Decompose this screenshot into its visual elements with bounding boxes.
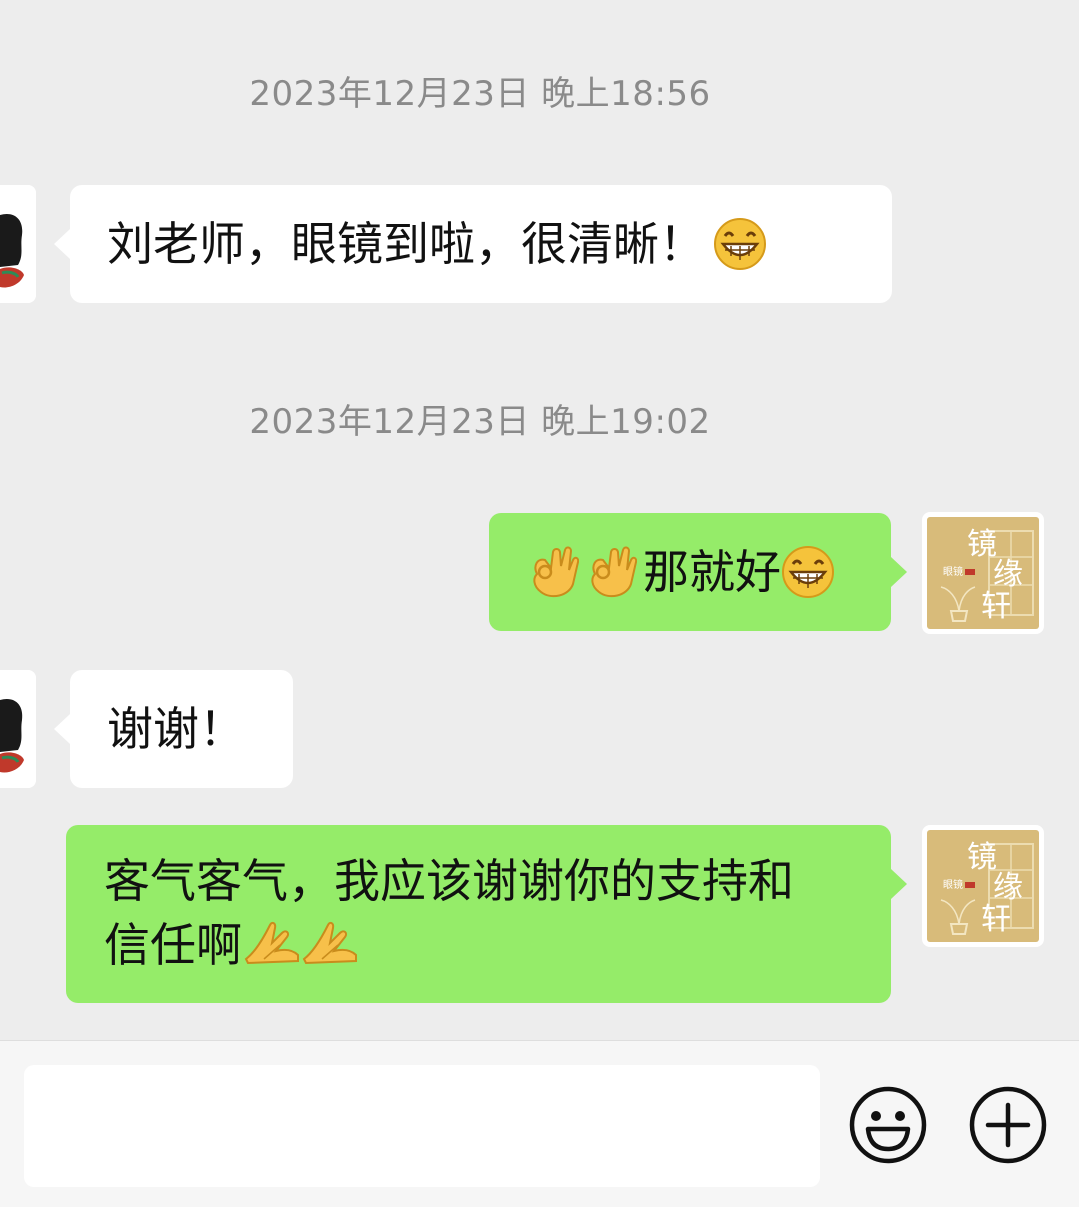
pray-emoji (302, 921, 357, 965)
grin-emoji (782, 546, 834, 598)
input-bar (0, 1040, 1079, 1207)
message-text: 信任啊 (104, 918, 242, 972)
logo-char: 轩 (981, 902, 1011, 937)
my-avatar[interactable]: 镜 缘 轩 眼镜 (922, 825, 1044, 947)
message-bubble-sent[interactable]: 客气客气，我应该谢谢你的支持和 信任啊 (66, 825, 907, 1003)
ok-hand-emoji (591, 546, 637, 598)
my-avatar[interactable]: 镜 缘 轩 眼镜 (922, 512, 1044, 634)
contact-avatar[interactable] (0, 670, 36, 788)
message-input[interactable] (24, 1065, 820, 1187)
message-text: 谢谢！ (107, 702, 245, 756)
message-text: 那就好 (643, 545, 781, 599)
contact-avatar[interactable] (0, 185, 36, 303)
timestamp: 2023年12月23日 晚上19:02 (249, 402, 711, 442)
logo-char: 轩 (981, 589, 1011, 624)
message-bubble-sent[interactable]: 那就好 (489, 513, 907, 631)
smiley-icon[interactable] (848, 1085, 928, 1165)
logo-small-text: 眼镜 (943, 880, 963, 891)
timestamp: 2023年12月23日 晚上18:56 (249, 74, 711, 114)
shop-logo: 镜 缘 轩 眼镜 (927, 517, 1039, 629)
pray-emoji (244, 921, 299, 965)
logo-small-text: 眼镜 (943, 567, 963, 578)
message-bubble-received[interactable]: 谢谢！ (54, 670, 293, 788)
shop-logo: 镜 缘 轩 眼镜 (927, 830, 1039, 942)
message-bubble-received[interactable]: 刘老师，眼镜到啦，很清晰！ (54, 185, 892, 303)
message-text: 刘老师，眼镜到啦，很清晰！ (107, 217, 705, 271)
plus-circle-icon[interactable] (968, 1085, 1048, 1165)
message-text-line: 客气客气，我应该谢谢你的支持和 (104, 854, 794, 908)
message-text-line-2: 信任啊 (104, 913, 891, 977)
ok-hand-emoji (533, 546, 579, 598)
grin-emoji (714, 218, 766, 270)
